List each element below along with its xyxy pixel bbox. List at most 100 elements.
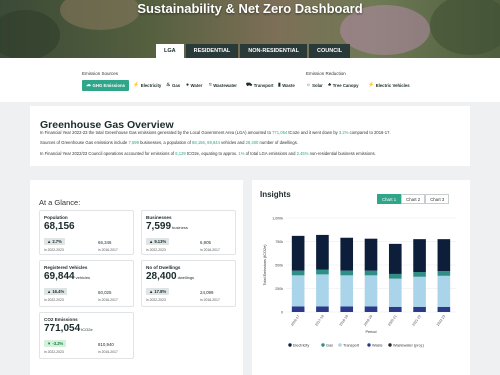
page-title: Sustainability & Net Zero Dashboard <box>137 1 363 16</box>
filter-electricity[interactable]: ⚡ Electricity <box>133 80 161 91</box>
bar-segment <box>291 306 305 312</box>
bar-segment <box>291 270 305 276</box>
legend-marker <box>288 343 292 347</box>
x-tick-label: 2020-21 <box>387 314 397 327</box>
overview-paragraph-2: Sources of Greenhouse Gas emissions incl… <box>40 140 298 145</box>
water-drop-icon: ● <box>186 82 190 88</box>
bar-segment <box>413 272 426 277</box>
trash-icon: ▮ <box>278 82 281 88</box>
sun-icon: ☼ <box>306 82 311 88</box>
emissions-stacked-bar-chart: 1,000k 750k 500k 250k 0 Total Emissions (tCO2… <box>263 216 456 347</box>
legend-label: Transport <box>343 343 360 347</box>
legend-marker <box>388 343 392 347</box>
stat-card-businesses: Businesses 7,599business ▲ 9.13% in 2022… <box>141 210 236 255</box>
change-badge: ▲ 16.4% <box>44 288 68 295</box>
tab-chart-1[interactable]: Chart 1 <box>377 194 402 204</box>
y-axis-label: Total Emissions (tCO2e) <box>263 244 267 286</box>
filter-solar[interactable]: ☼ Solar <box>306 80 323 91</box>
bar-segment <box>316 274 329 307</box>
ev-icon: ⚡ <box>368 82 375 88</box>
bar-segment <box>364 275 378 307</box>
legend-marker <box>321 343 325 347</box>
bar-segment <box>413 239 426 273</box>
bar-segment <box>291 235 305 271</box>
y-tick-label: 0 <box>281 310 283 314</box>
bar-segment <box>340 270 354 276</box>
bar-segment <box>413 276 426 307</box>
bar-segment <box>340 306 354 312</box>
tab-non-residential[interactable]: NON-RESIDENTIAL <box>240 44 308 58</box>
cloud-icon: ☁ <box>86 82 91 88</box>
tree-icon: ♣ <box>328 82 332 88</box>
at-a-glance-panel: At a Glance: Population 68,156 ▲ 2.7% in… <box>30 180 243 375</box>
change-badge: ▼ -3.2% <box>44 340 67 347</box>
ghg-overview-panel: Greenhouse Gas Overview In Financial Yea… <box>30 106 470 166</box>
x-tick-label: 2017-18 <box>314 314 324 327</box>
bar-segment <box>316 269 329 275</box>
emission-sources-label: Emission Sources <box>82 71 119 76</box>
bar-segment <box>413 306 426 312</box>
x-tick-label: 2016-17 <box>290 314 300 327</box>
bar-segment <box>437 275 451 307</box>
stat-card-dwellings: No of Dwellings 28,400dwellings ▲ 17.8% … <box>141 260 236 307</box>
y-tick-label: 1,000k <box>272 216 283 220</box>
flame-icon: ♨ <box>166 82 171 88</box>
tab-council[interactable]: COUNCIL <box>309 44 351 58</box>
y-tick-label: 250k <box>275 287 283 291</box>
tab-chart-3[interactable]: Chart 3 <box>425 194 450 204</box>
bar-segment <box>388 273 402 279</box>
emission-reduction-label: Emission Reduction <box>306 71 346 76</box>
overview-paragraph-3: In Financial Year 2022/23 Council operat… <box>40 151 376 156</box>
tab-lga[interactable]: LGA <box>156 44 184 58</box>
bar-segment <box>340 237 354 271</box>
scope-tabs: LGA RESIDENTIAL NON-RESIDENTIAL COUNCIL <box>156 44 352 58</box>
stat-card-population: Population 68,156 ▲ 2.7% in 2022-2023 66… <box>39 210 134 255</box>
bar-segment <box>437 271 451 276</box>
bar-segment <box>316 306 329 312</box>
glance-title: At a Glance: <box>39 198 81 207</box>
chart-tabs: Chart 1 Chart 2 Chart 3 <box>377 194 450 204</box>
filter-gas[interactable]: ♨ Gas <box>166 80 180 91</box>
legend-label: Gas <box>326 343 333 347</box>
y-tick-label: 750k <box>275 240 283 244</box>
legend-marker <box>338 343 342 347</box>
filter-ghg-emissions[interactable]: ☁ GHG Emissions <box>82 80 129 91</box>
bar-segment <box>388 243 402 274</box>
bar-segment <box>340 275 354 307</box>
tab-chart-2[interactable]: Chart 2 <box>401 194 426 204</box>
bar-segment <box>364 238 378 271</box>
overview-paragraph-1: In Financial Year 2022-23 the total Gree… <box>40 130 391 135</box>
bar-segment <box>437 306 451 312</box>
legend-label: Waste <box>372 343 383 347</box>
x-axis-label: Period <box>366 330 377 334</box>
insights-title: Insights <box>260 190 291 199</box>
hero-banner: Sustainability & Net Zero Dashboard LGA … <box>0 0 500 58</box>
change-badge: ▲ 9.13% <box>146 238 170 245</box>
bar-segment <box>437 239 451 272</box>
x-tick-label: 2022-23 <box>436 314 446 327</box>
wastewater-icon: ≈ <box>209 82 212 88</box>
y-tick-label: 500k <box>275 263 283 267</box>
stat-card-registered-vehicles: Registered Vehicles 69,844vehicles ▲ 16.… <box>39 260 134 307</box>
change-badge: ▲ 2.7% <box>44 238 65 245</box>
bar-segment <box>291 275 305 307</box>
filter-tree-canopy[interactable]: ♣ Tree Canopy <box>328 80 359 91</box>
bar-segment <box>364 270 378 276</box>
insights-panel: Insights Chart 1 Chart 2 Chart 3 1,000k 7… <box>252 180 470 375</box>
bar-segment <box>388 306 402 312</box>
legend-label: Wastewater (proj.) <box>393 343 425 347</box>
filter-electric-vehicles[interactable]: ⚡ Electric Vehicles <box>368 80 410 91</box>
x-tick-label: 2019-20 <box>363 314 373 327</box>
legend-label: Electricity <box>293 343 309 347</box>
filter-water[interactable]: ● Water <box>186 80 202 91</box>
filter-transport[interactable]: ⛟ Transport <box>246 80 274 91</box>
car-icon: ⛟ <box>246 82 253 88</box>
stat-card-co2-emissions: CO2 Emissions 771,054tCO2e ▼ -3.2% in 20… <box>39 312 134 359</box>
filter-waste[interactable]: ▮ Waste <box>278 80 295 91</box>
bolt-icon: ⚡ <box>133 82 140 88</box>
x-tick-label: 2021-22 <box>411 314 421 327</box>
bar-segment <box>364 306 378 312</box>
tab-residential[interactable]: RESIDENTIAL <box>185 44 239 58</box>
bar-segment <box>316 234 329 270</box>
filter-wastewater[interactable]: ≈ Wastewater <box>209 80 237 91</box>
